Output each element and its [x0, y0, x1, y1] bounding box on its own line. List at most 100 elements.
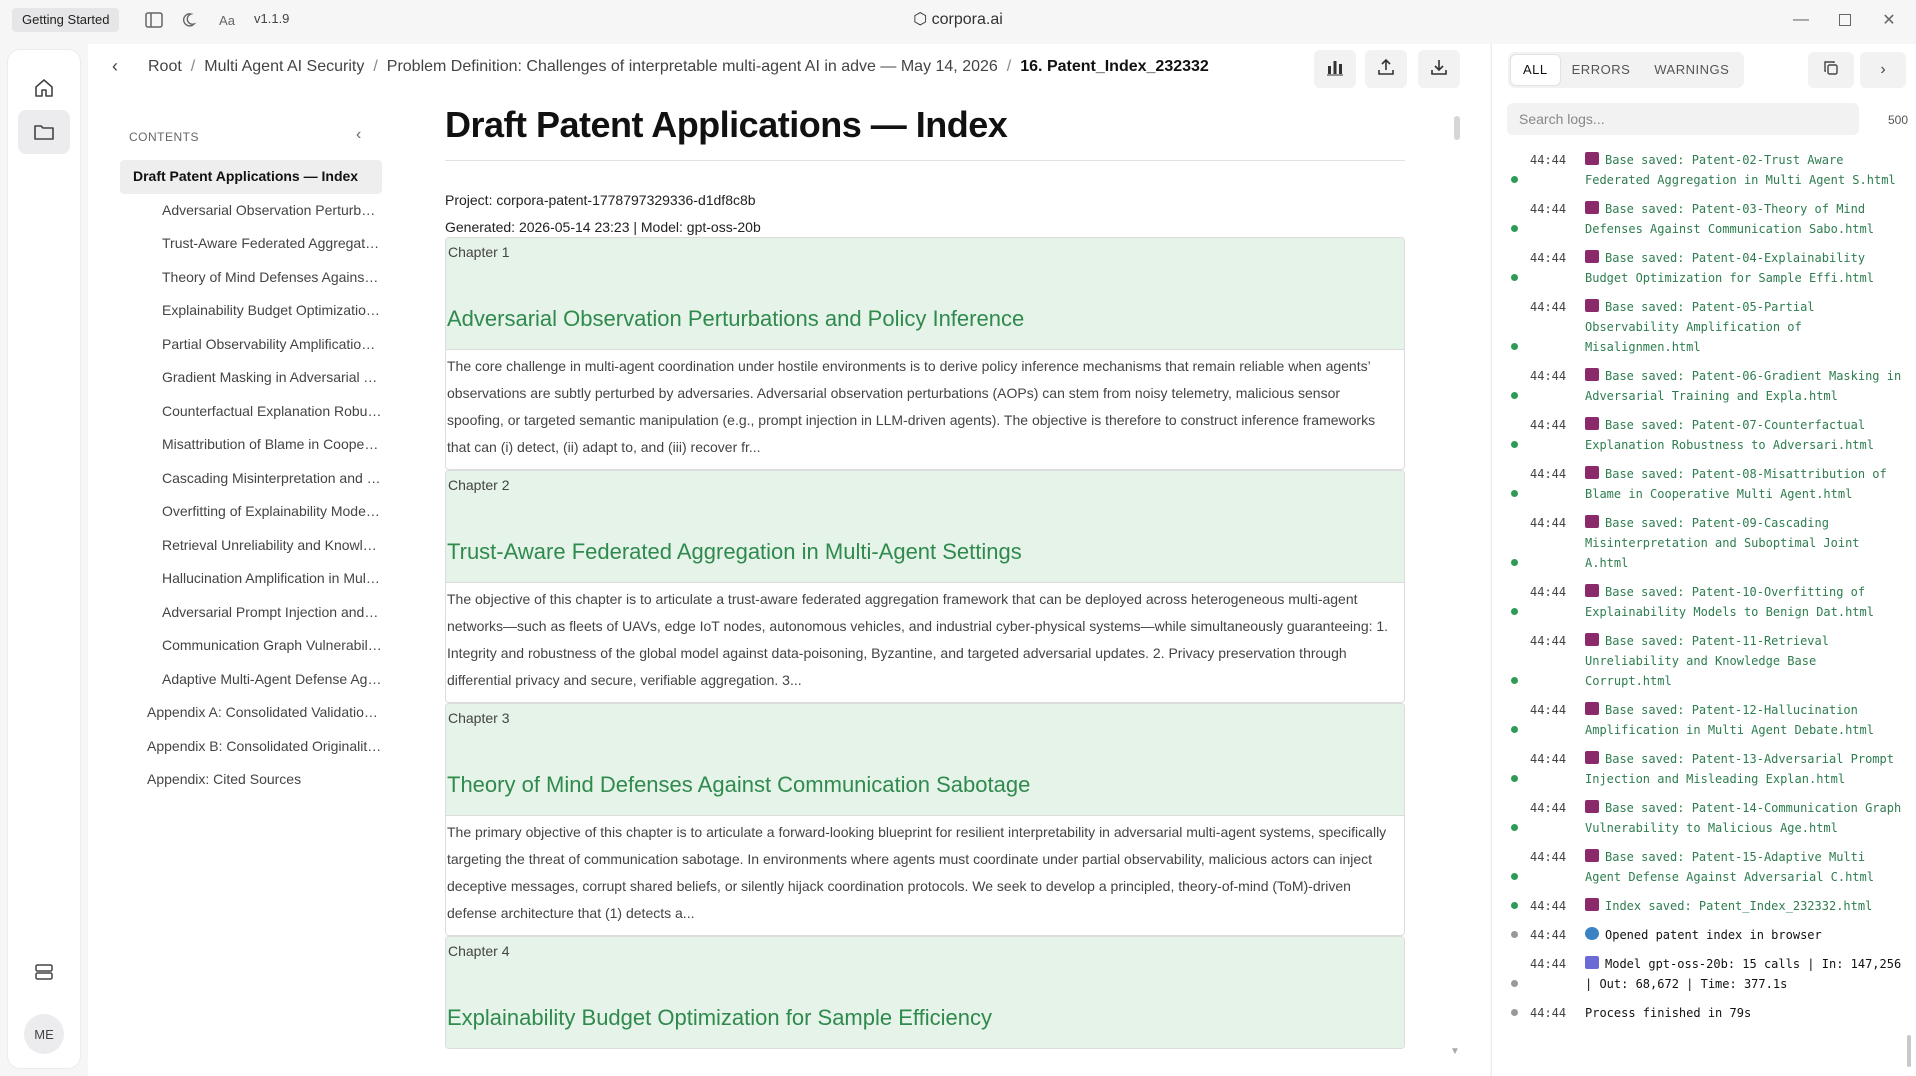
toc-item[interactable]: Adversarial Prompt Injection and Mislead…	[120, 596, 382, 630]
breadcrumb-separator: /	[373, 58, 378, 75]
chart-button[interactable]	[1314, 50, 1356, 88]
log-entry: 44:44 Base saved: Patent-04-Explainabilit…	[1510, 248, 1908, 288]
toc-item[interactable]: Hallucination Amplification in Multi Age…	[120, 562, 382, 596]
toc-item[interactable]: Appendix B: Consolidated Originality Rev…	[120, 730, 382, 764]
chapter-header: Chapter 4 Explainability Budget Optimizat…	[446, 937, 1404, 1048]
floppy-disk-icon	[1585, 898, 1599, 911]
log-time: 44:44	[1530, 703, 1567, 717]
home-icon[interactable]	[18, 66, 70, 110]
log-message: Base saved: Patent-08-Misattribution of …	[1585, 467, 1887, 501]
log-search-input[interactable]	[1507, 103, 1859, 135]
log-message: Base saved: Patent-12-Hallucination Ampl…	[1585, 703, 1874, 737]
close-icon[interactable]: ✕	[1874, 8, 1904, 32]
log-time: 44:44	[1530, 1006, 1567, 1020]
chapter-title[interactable]: Trust-Aware Federated Aggregation in Mul…	[447, 539, 1022, 565]
log-time: 44:44	[1530, 418, 1567, 432]
logo-icon: ⬡	[913, 11, 928, 28]
breadcrumb-item[interactable]: Multi Agent AI Security	[204, 58, 364, 75]
toc-item[interactable]: Draft Patent Applications — Index	[120, 160, 382, 194]
log-entry: 44:44 Model gpt-oss-20b: 15 calls | In: 1…	[1510, 954, 1908, 994]
floppy-disk-icon	[1585, 515, 1599, 528]
toc-item[interactable]: Gradient Masking in Adversarial Training…	[120, 361, 382, 395]
maximize-icon[interactable]	[1830, 8, 1860, 32]
status-dot-icon	[1511, 392, 1518, 399]
document-view: Draft Patent Applications — Index Projec…	[445, 104, 1405, 1076]
log-message: Base saved: Patent-02-Trust Aware Federa…	[1585, 153, 1896, 187]
back-chevron-icon[interactable]: ‹	[112, 56, 118, 77]
status-dot-icon	[1511, 225, 1518, 232]
log-count: 500	[1888, 113, 1909, 127]
breadcrumb-current: 16. Patent_Index_232332	[1020, 58, 1209, 75]
log-entry: 44:44 Base saved: Patent-12-Hallucination…	[1510, 700, 1908, 740]
collapse-toc-icon[interactable]: ‹	[356, 126, 361, 144]
log-entry: 44:44 Base saved: Patent-15-Adaptive Mult…	[1510, 847, 1908, 887]
copy-logs-button[interactable]	[1808, 52, 1854, 88]
toc-item[interactable]: Adaptive Multi-Agent Defense Against Adv…	[120, 663, 382, 697]
status-dot-icon	[1511, 824, 1518, 831]
log-scrollbar[interactable]	[1907, 1035, 1911, 1067]
database-icon[interactable]	[18, 950, 70, 994]
status-dot-icon	[1511, 931, 1518, 938]
log-message: Base saved: Patent-14-Communication Grap…	[1585, 801, 1902, 835]
log-message: Model gpt-oss-20b: 15 calls | In: 147,25…	[1585, 957, 1902, 991]
toc-item[interactable]: Cascading Misinterpretation and Suboptim…	[120, 462, 382, 496]
toc-item[interactable]: Counterfactual Explanation Robustness to…	[120, 395, 382, 429]
toc-item[interactable]: Retrieval Unreliability and Knowledge Ba…	[120, 529, 382, 563]
chapter-title[interactable]: Explainability Budget Optimization for S…	[447, 1005, 992, 1031]
collapse-panel-button[interactable]: ›	[1860, 52, 1906, 88]
tab-errors[interactable]: ERRORS	[1560, 55, 1643, 85]
getting-started-button[interactable]: Getting Started	[12, 8, 120, 32]
toc-item[interactable]: Misattribution of Blame in Cooperative M…	[120, 428, 382, 462]
log-time: 44:44	[1530, 153, 1567, 167]
log-entry: 44:44 Process finished in 79s	[1510, 1003, 1908, 1023]
breadcrumb-item[interactable]: Root	[148, 58, 182, 75]
log-time: 44:44	[1530, 928, 1567, 942]
download-button[interactable]	[1418, 50, 1460, 88]
folder-icon[interactable]	[18, 110, 70, 154]
avatar[interactable]: ME	[24, 1014, 64, 1054]
app-version: v1.1.9	[254, 11, 290, 26]
log-entry: 44:44 Base saved: Patent-09-Cascading Mis…	[1510, 513, 1908, 573]
toc-item[interactable]: Theory of Mind Defenses Against Communic…	[120, 261, 382, 295]
log-entry: 44:44 Base saved: Patent-08-Misattributio…	[1510, 464, 1908, 504]
toc-item[interactable]: Overfitting of Explainability Models to …	[120, 495, 382, 529]
table-of-contents: Draft Patent Applications — Index Adversa…	[120, 160, 382, 797]
breadcrumb-item[interactable]: Problem Definition: Challenges of interp…	[387, 58, 998, 75]
breadcrumb-separator: /	[190, 58, 196, 75]
minimize-icon[interactable]: —	[1786, 8, 1816, 32]
toc-item[interactable]: Appendix A: Consolidated Validation Plan	[120, 696, 382, 730]
log-time: 44:44	[1530, 467, 1567, 481]
status-dot-icon	[1511, 677, 1518, 684]
moon-icon[interactable]	[180, 9, 202, 31]
chapter-title[interactable]: Adversarial Observation Perturbations an…	[447, 306, 1024, 332]
chapter-summary: The primary objective of this chapter is…	[446, 815, 1404, 935]
toc-item[interactable]: Trust-Aware Federated Aggregation in Mul…	[120, 227, 382, 261]
toc-item[interactable]: Appendix: Cited Sources	[120, 763, 382, 797]
log-message: Base saved: Patent-05-Partial Observabil…	[1585, 300, 1815, 354]
scroll-down-icon[interactable]: ▼	[1450, 1046, 1460, 1057]
project-line: Project: corpora-patent-1778797329336-d1…	[445, 192, 756, 208]
tab-warnings[interactable]: WARNINGS	[1642, 55, 1741, 85]
toc-item[interactable]: Partial Observability Amplification of M…	[120, 328, 382, 362]
toc-item[interactable]: Explainability Budget Optimization for S…	[120, 294, 382, 328]
sidebar-toggle-icon[interactable]	[143, 9, 165, 31]
upload-button[interactable]	[1365, 50, 1407, 88]
toc-heading: CONTENTS	[129, 130, 199, 144]
log-message: Base saved: Patent-15-Adaptive Multi Age…	[1585, 850, 1874, 884]
toc-item[interactable]: Adversarial Observation Perturbations an…	[120, 194, 382, 228]
tab-all[interactable]: ALL	[1511, 55, 1560, 85]
scroll-indicator[interactable]	[1454, 116, 1460, 140]
log-time: 44:44	[1530, 300, 1567, 314]
floppy-disk-icon	[1585, 299, 1599, 312]
log-message: Base saved: Patent-07-Counterfactual Exp…	[1585, 418, 1874, 452]
chapter-title[interactable]: Theory of Mind Defenses Against Communic…	[447, 772, 1030, 798]
toc-item[interactable]: Communication Graph Vulnerability to Mal…	[120, 629, 382, 663]
log-panel: ALL ERRORS WARNINGS › 500 44:44 Base save…	[1491, 44, 1916, 1076]
floppy-disk-icon	[1585, 702, 1599, 715]
status-dot-icon	[1511, 176, 1518, 183]
breadcrumb: Root / Multi Agent AI Security / Problem Def…	[148, 58, 1209, 76]
upload-icon	[1377, 58, 1395, 81]
document-meta: Project: corpora-patent-1778797329336-d1…	[445, 187, 1405, 241]
font-size-icon[interactable]: Aa	[216, 9, 238, 31]
chapter-summary: The core challenge in multi-agent coordi…	[446, 349, 1404, 469]
